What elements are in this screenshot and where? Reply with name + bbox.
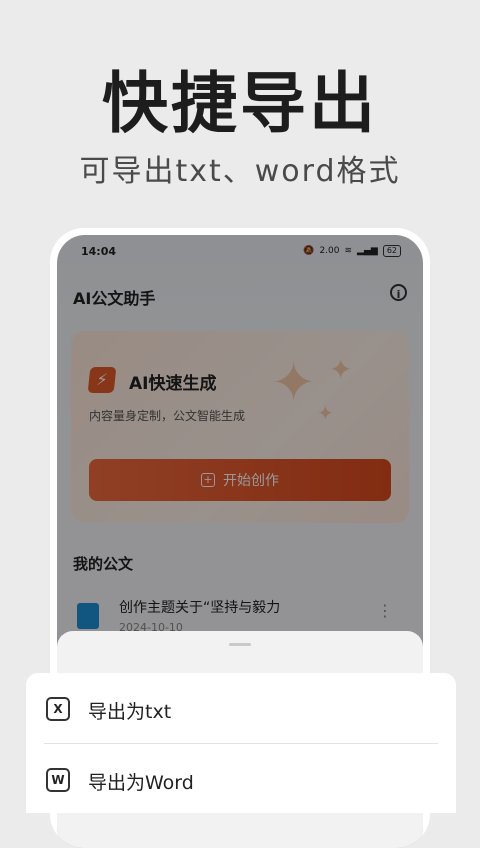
export-word-label: 导出为Word [88, 772, 194, 794]
sheet-handle[interactable] [229, 643, 251, 646]
export-word-option[interactable]: W 导出为Word [26, 744, 456, 814]
promo-headline: 快捷导出 [102, 65, 378, 142]
export-txt-option[interactable]: X 导出为txt [26, 673, 456, 743]
export-menu: X 导出为txt W 导出为Word [26, 673, 456, 813]
txt-file-icon: X [46, 697, 70, 721]
export-txt-label: 导出为txt [88, 701, 172, 723]
promo-subheadline: 可导出txt、word格式 [79, 154, 401, 189]
word-file-icon: W [46, 768, 70, 792]
